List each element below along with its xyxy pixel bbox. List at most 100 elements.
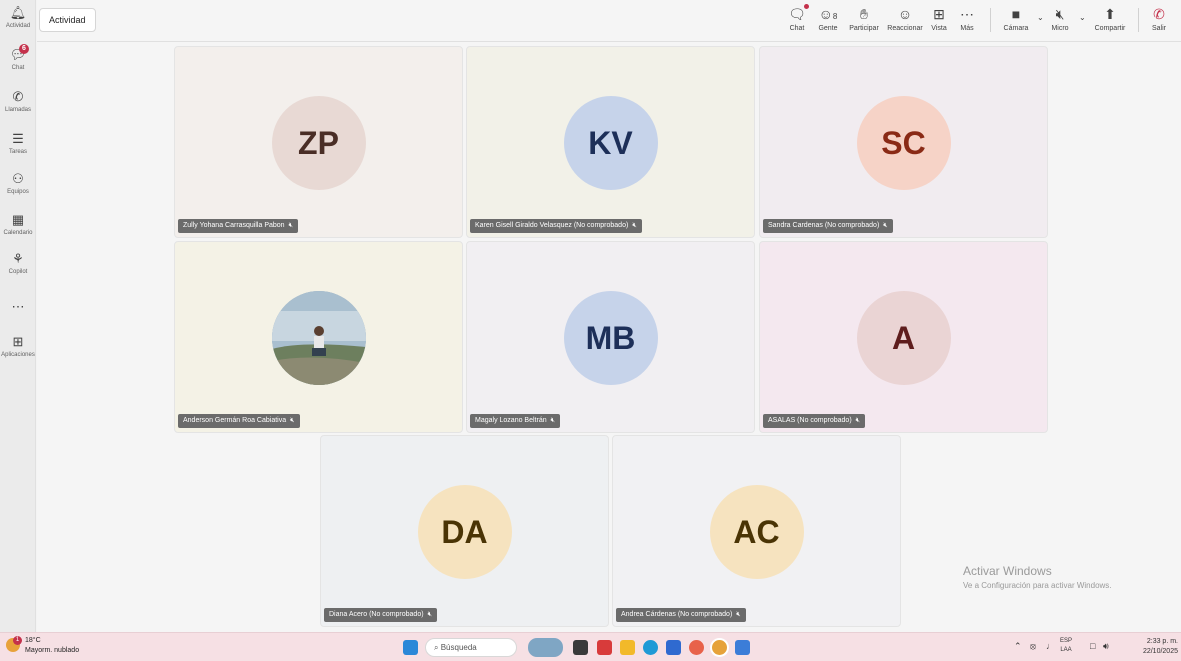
mic-muted-icon: 🔇︎ <box>427 611 432 618</box>
people-button[interactable]: ☺8 Gente <box>814 5 842 32</box>
participant-name: ASALAS (No comprobado) 🔇︎ <box>763 414 866 428</box>
more-button[interactable]: ⋯ Más <box>954 5 980 32</box>
chevron-up-icon[interactable]: ⌃ <box>1014 641 1022 652</box>
participant-name: Sandra Cardenas (No comprobado) 🔇︎ <box>763 219 893 233</box>
mic-muted-icon: 🔇︎ <box>550 417 556 424</box>
system-clock[interactable]: 2:33 p. m. 22/10/2025 <box>1136 637 1178 657</box>
mic-muted-icon: 🔇︎ <box>883 222 888 229</box>
view-button[interactable]: ⊞ Vista <box>926 5 952 32</box>
widgets-icon[interactable] <box>528 638 563 657</box>
grid-icon: ⊞ <box>933 6 945 22</box>
teams-icon: ⚇ <box>12 171 24 186</box>
chat-icon: 💬︎ <box>9 47 27 62</box>
smiley-icon: ☺ <box>897 6 913 22</box>
weather-temp: 18°C <box>25 637 41 644</box>
chat-icon: 🗨︎ <box>784 4 810 23</box>
network-icon[interactable]: ⦻ <box>1030 641 1036 652</box>
meeting-toolbar: Actividad 🗨︎ Chat ☺8 Gente ✋︎ Participar… <box>37 0 1181 42</box>
chat-badge: 6 <box>19 44 29 54</box>
camera-off-icon: ■ <box>1011 6 1021 22</box>
app-rail: 🔔︎ Actividad 💬︎ 6 Chat ✆ Llamadas ☰ Tare… <box>0 0 36 632</box>
edge-browser-icon[interactable] <box>643 640 658 655</box>
avatar: DA <box>417 485 512 579</box>
mic-tray-icon[interactable]: ♩ <box>1046 641 1055 651</box>
people-icon: ☺8 <box>818 6 838 22</box>
activity-tab[interactable]: Actividad <box>39 8 96 32</box>
mic-options-chevron-icon[interactable]: ⌄ <box>1079 13 1086 22</box>
avatar: SC <box>856 96 951 190</box>
mic-muted-icon: 🔇︎ <box>855 417 861 424</box>
participant-tile[interactable]: MB Magaly Lozano Beltrán 🔇︎ <box>466 241 755 433</box>
task-view-icon[interactable] <box>573 640 588 655</box>
participant-tile[interactable]: SC Sandra Cardenas (No comprobado) 🔇︎ <box>759 46 1048 238</box>
camera-options-chevron-icon[interactable]: ⌄ <box>1037 13 1044 22</box>
leave-button[interactable]: ✆ Salir <box>1146 5 1172 32</box>
firefox-icon[interactable] <box>689 640 704 655</box>
avatar: AC <box>709 485 804 579</box>
rail-item-more[interactable]: ⋯ <box>0 298 36 316</box>
mic-muted-icon: 🔇︎ <box>632 222 637 229</box>
tasks-icon: ☰ <box>12 131 24 146</box>
camera-button[interactable]: ■ Cámara <box>999 5 1033 32</box>
calendar-icon: ▦ <box>11 212 25 227</box>
apps-icon: ⊞ <box>12 334 24 349</box>
toolbar-divider <box>1138 8 1139 32</box>
file-explorer-icon[interactable] <box>620 640 635 655</box>
avatar: KV <box>563 96 658 190</box>
rail-item-aplicaciones[interactable]: ⊞ Aplicaciones <box>0 333 36 358</box>
participant-tile[interactable]: A ASALAS (No comprobado) 🔇︎ <box>759 241 1048 433</box>
copilot-icon: ⚘ <box>12 251 24 266</box>
raise-hand-button[interactable]: ✋︎ Participar <box>846 5 882 32</box>
rail-item-calendario[interactable]: ▦ Calendario <box>0 211 36 236</box>
bell-icon: 🔔︎ <box>9 5 27 20</box>
chat-unread-dot <box>804 4 809 9</box>
avatar: A <box>856 291 951 385</box>
participant-name: Anderson Germán Roa Cabiativa 🔇︎ <box>178 414 300 428</box>
rail-item-copilot[interactable]: ⚘ Copilot <box>0 250 36 275</box>
start-windows-icon[interactable] <box>403 640 418 655</box>
share-icon: ⬆︎ <box>1104 6 1116 22</box>
avatar-photo <box>271 291 366 385</box>
participant-tile[interactable]: ZP Zully Yohana Carrasquilla Pabon 🔇︎ <box>174 46 463 238</box>
hang-up-icon: ✆ <box>1153 6 1165 22</box>
participant-name: Magaly Lozano Beltrán 🔇︎ <box>470 414 561 428</box>
more-icon: ⋯ <box>960 6 974 22</box>
taskbar-search[interactable]: ⌕ Búsqueda <box>425 638 517 657</box>
rail-item-llamadas[interactable]: ✆ Llamadas <box>0 88 36 113</box>
toolbar-divider <box>990 8 991 32</box>
rail-item-tareas[interactable]: ☰ Tareas <box>0 130 36 155</box>
more-icon: ⋯ <box>11 299 25 314</box>
video-gallery: ZP Zully Yohana Carrasquilla Pabon 🔇︎ KV … <box>37 42 1181 632</box>
participant-name: Zully Yohana Carrasquilla Pabon 🔇︎ <box>178 219 298 233</box>
participant-tile[interactable]: Anderson Germán Roa Cabiativa 🔇︎ <box>174 241 463 433</box>
volume-icon[interactable]: 🔊︎ <box>1103 641 1109 652</box>
store-icon[interactable] <box>666 640 681 655</box>
participant-tile[interactable]: KV Karen Gisell Giraldo Velasquez (No co… <box>466 46 755 238</box>
participant-name: Andrea Cárdenas (No comprobado) 🔇︎ <box>616 608 746 622</box>
rail-item-chat[interactable]: 💬︎ 6 Chat <box>0 44 36 71</box>
display-icon[interactable]: □ <box>1090 641 1095 651</box>
hand-icon: ✋︎ <box>860 6 868 22</box>
weather-desc: Mayorm. nublado <box>25 647 80 654</box>
participant-tile[interactable]: AC Andrea Cárdenas (No comprobado) 🔇︎ <box>612 435 901 627</box>
rail-item-equipos[interactable]: ⚇ Equipos <box>0 170 36 195</box>
weather-badge: 1 <box>13 636 22 645</box>
people-count: 8 <box>832 12 838 21</box>
chat-button[interactable]: 🗨︎ Chat <box>784 4 810 32</box>
profile-photo <box>271 291 366 385</box>
word-icon[interactable] <box>735 640 750 655</box>
share-button[interactable]: ⬆︎ Compartir <box>1091 5 1129 32</box>
mic-muted-icon: 🔇︎ <box>736 611 741 618</box>
react-button[interactable]: ☺ Reaccionar <box>884 5 926 32</box>
windows-taskbar: 1 18°C Mayorm. nublado ⌕ Búsqueda ⌃ ⦻ ♩ E… <box>0 632 1181 661</box>
participant-tile[interactable]: DA Diana Acero (No comprobado) 🔇︎ <box>320 435 609 627</box>
participant-name: Diana Acero (No comprobado) 🔇︎ <box>324 608 437 622</box>
mic-button[interactable]: 🔇︎ Micro <box>1046 5 1074 32</box>
mic-off-icon: 🔇︎ <box>1055 6 1065 22</box>
avatar: ZP <box>271 96 366 190</box>
chrome-icon[interactable] <box>712 640 727 655</box>
rail-item-actividad[interactable]: 🔔︎ Actividad <box>0 4 36 29</box>
pdf-app-icon[interactable] <box>597 640 612 655</box>
phone-icon: ✆ <box>12 89 24 104</box>
language-indicator[interactable]: ESP LAA <box>1060 637 1072 655</box>
